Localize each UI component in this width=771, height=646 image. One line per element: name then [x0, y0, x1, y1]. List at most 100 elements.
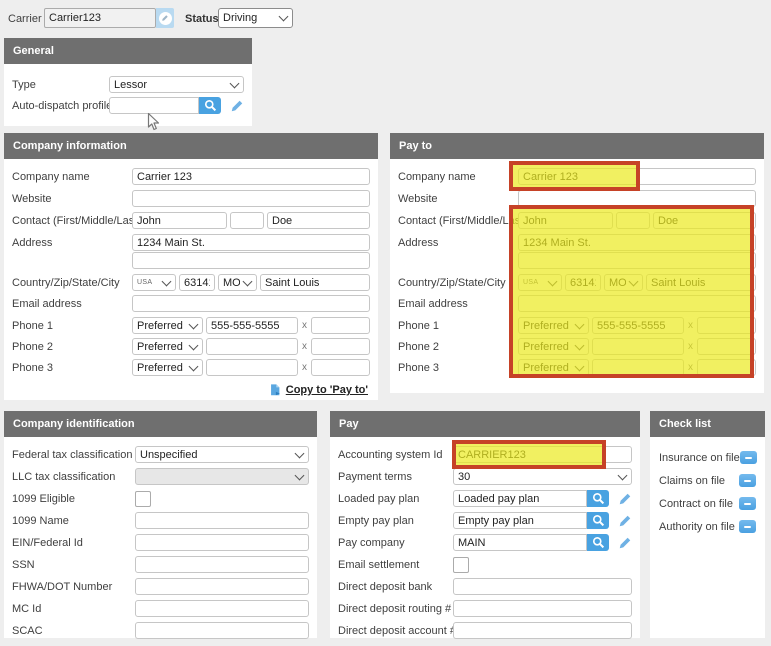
phone1-ext-input[interactable] [311, 317, 370, 334]
edit-carrier-id-button[interactable] [156, 8, 174, 28]
dd-bank-input[interactable] [453, 578, 632, 595]
general-panel: General Type Lessor Auto-dispatch profil… [4, 38, 252, 126]
phone3-number-input[interactable] [206, 359, 298, 376]
phone2-ext-input[interactable] [311, 338, 370, 355]
website-input[interactable] [518, 190, 756, 207]
email-input[interactable] [518, 295, 756, 312]
phone3-ext-input[interactable] [311, 359, 370, 376]
contact-middle-input[interactable] [616, 212, 650, 229]
phone3-label: Phone 3 [398, 362, 518, 374]
check-list-panel: Check list Insurance on file Claims on f… [650, 411, 765, 638]
llc-tax-select[interactable] [135, 468, 309, 485]
country-select[interactable]: USA [132, 274, 176, 291]
zip-input[interactable] [179, 274, 215, 291]
phone3-number-input[interactable] [592, 359, 684, 376]
edit-pencil-button[interactable] [618, 492, 632, 506]
pay-header: Pay [330, 411, 640, 437]
ein-input[interactable] [135, 534, 309, 551]
email-settlement-checkbox[interactable] [453, 557, 469, 573]
payment-terms-select[interactable]: 30 [453, 468, 632, 485]
ssn-input[interactable] [135, 556, 309, 573]
address1-input[interactable] [518, 234, 756, 251]
search-button[interactable] [587, 490, 609, 507]
website-input[interactable] [132, 190, 370, 207]
phone1-type-select[interactable]: Preferred [132, 317, 203, 334]
minus-icon [745, 457, 752, 459]
phone1-label: Phone 1 [398, 320, 518, 332]
country-zip-label: Country/Zip/State/City [12, 277, 132, 289]
1099-name-input[interactable] [135, 512, 309, 529]
country-select[interactable]: USA [518, 274, 562, 291]
phone3-ext-input[interactable] [697, 359, 756, 376]
state-select[interactable]: MO [218, 274, 257, 291]
contact-last-input[interactable] [653, 212, 756, 229]
type-select[interactable]: Lessor [109, 76, 244, 93]
address2-input[interactable] [518, 252, 756, 269]
address1-input[interactable] [132, 234, 370, 251]
city-input[interactable] [646, 274, 756, 291]
contact-first-input[interactable] [132, 212, 227, 229]
edit-pencil-button[interactable] [618, 536, 632, 550]
pay-company-input[interactable] [453, 534, 587, 551]
accounting-id-input[interactable] [453, 446, 632, 463]
contact-first-input[interactable] [518, 212, 613, 229]
check-list-item: Claims on file [659, 473, 756, 488]
phone2-type-select[interactable]: Preferred [132, 338, 203, 355]
copy-to-pay-to-link[interactable]: Copy to 'Pay to' [286, 384, 368, 396]
dd-account-input[interactable] [453, 622, 632, 639]
remove-claims-button[interactable] [739, 474, 756, 487]
pay-to-panel: Pay to Company name Website Contact (Fir… [390, 133, 764, 393]
1099-eligible-label: 1099 Eligible [12, 493, 135, 505]
mc-id-input[interactable] [135, 600, 309, 617]
fhwa-dot-input[interactable] [135, 578, 309, 595]
phone2-ext-input[interactable] [697, 338, 756, 355]
loaded-pay-plan-input[interactable] [453, 490, 587, 507]
company-identification-panel: Company identification Federal tax class… [4, 411, 317, 638]
phone2-type-select[interactable]: Preferred [518, 338, 589, 355]
payment-terms-label: Payment terms [338, 471, 453, 483]
edit-pencil-button[interactable] [230, 99, 244, 113]
company-name-label: Company name [398, 171, 518, 183]
check-list-header: Check list [650, 411, 765, 437]
search-button[interactable] [199, 97, 221, 114]
pencil-icon [618, 536, 632, 550]
scac-input[interactable] [135, 622, 309, 639]
company-name-input[interactable] [132, 168, 370, 185]
search-button[interactable] [587, 512, 609, 529]
dd-routing-input[interactable] [453, 600, 632, 617]
status-select[interactable]: Driving [218, 8, 293, 28]
search-button[interactable] [587, 534, 609, 551]
dd-account-label: Direct deposit account # [338, 625, 453, 637]
1099-eligible-checkbox[interactable] [135, 491, 151, 507]
phone1-number-input[interactable] [206, 317, 298, 334]
remove-contract-button[interactable] [739, 497, 756, 510]
edit-pencil-button[interactable] [618, 514, 632, 528]
phone2-number-input[interactable] [206, 338, 298, 355]
phone1-number-input[interactable] [592, 317, 684, 334]
address-label: Address [12, 237, 132, 249]
company-name-input[interactable] [518, 168, 756, 185]
chevron-down-icon [618, 470, 628, 480]
contact-label: Contact (First/Middle/Last) [12, 215, 132, 227]
type-label: Type [12, 79, 109, 91]
phone1-ext-input[interactable] [697, 317, 756, 334]
phone2-number-input[interactable] [592, 338, 684, 355]
zip-input[interactable] [565, 274, 601, 291]
phone1-type-select[interactable]: Preferred [518, 317, 589, 334]
check-list-item: Contract on file [659, 496, 756, 511]
federal-tax-select[interactable]: Unspecified [135, 446, 309, 463]
check-list-item: Authority on file [659, 519, 756, 534]
remove-authority-button[interactable] [739, 520, 756, 533]
email-input[interactable] [132, 295, 370, 312]
contact-last-input[interactable] [267, 212, 370, 229]
state-select[interactable]: MO [604, 274, 643, 291]
remove-insurance-button[interactable] [740, 451, 757, 464]
contact-middle-input[interactable] [230, 212, 264, 229]
phone3-type-select[interactable]: Preferred [518, 359, 589, 376]
address2-input[interactable] [132, 252, 370, 269]
phone3-type-select[interactable]: Preferred [132, 359, 203, 376]
empty-pay-plan-input[interactable] [453, 512, 587, 529]
carrier-id-input[interactable] [44, 8, 156, 28]
city-input[interactable] [260, 274, 370, 291]
search-icon [592, 492, 605, 505]
